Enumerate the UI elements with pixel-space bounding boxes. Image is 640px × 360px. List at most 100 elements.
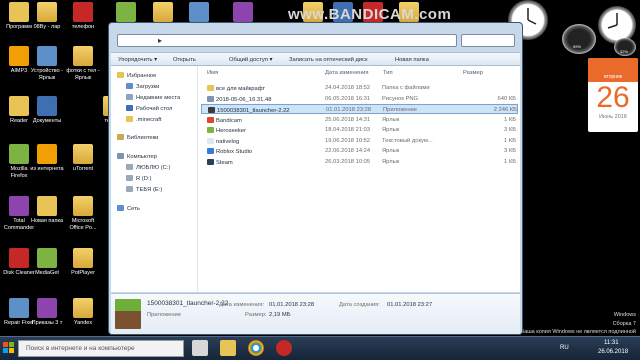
taskbar-date[interactable]: 26.06.2018	[598, 349, 628, 355]
share-button[interactable]: Общий доступ ▾	[229, 57, 272, 63]
details-modified-value: 01.01.2018 23:28	[269, 302, 315, 308]
desktop-icon-label: Программ	[6, 24, 32, 30]
file-row[interactable]: Bandicam 25.06.2018 14:31 Ярлык 1 КБ	[201, 115, 518, 125]
cpu-meter-gadget: 59%	[562, 24, 596, 54]
desktop-icon[interactable]: Новая папка	[30, 196, 64, 225]
desktop-icon[interactable]: Устройство - Ярлык	[30, 46, 64, 81]
desktop-icon[interactable]: uTorrent	[66, 144, 100, 173]
desktop-icon-label: Microsoft Office Po...	[69, 218, 97, 231]
file-date: 06.05.2018 16:31	[325, 95, 371, 102]
column-size[interactable]: Размер	[463, 70, 483, 76]
desktop-icon[interactable]: телефон	[66, 2, 100, 31]
burn-button[interactable]: Записать на оптический диск	[289, 57, 368, 63]
windows-logo-icon	[3, 342, 14, 353]
nav-drive-e[interactable]: ТЕБЯ (E:)	[126, 186, 162, 193]
text-icon	[207, 137, 214, 144]
new-folder-button[interactable]: Новая папка	[395, 57, 429, 63]
file-row[interactable]: Roblox Studio 22.06.2018 14:24 Ярлык 3 КБ	[201, 146, 518, 156]
file-name: nativelog	[207, 137, 240, 145]
nav-minecraft[interactable]: .minecraft	[126, 116, 161, 123]
bandicam-taskbar-icon[interactable]	[276, 340, 292, 356]
desktop-icon[interactable]: MediaGet	[30, 248, 64, 277]
calendar-month: Июнь 2018	[599, 114, 627, 120]
nav-network[interactable]: Сеть	[117, 205, 140, 212]
taskbar-search-input[interactable]: Поиск в интернете и на компьютере	[18, 340, 184, 357]
desktop-icon[interactable]: Приказы 3 т	[30, 298, 64, 327]
memory-meter-value: 32%	[620, 49, 629, 54]
language-indicator[interactable]: RU	[560, 345, 569, 351]
explorer-window[interactable]: ▸ Упорядочить ▾ Открыть Общий доступ ▾ З…	[108, 22, 523, 335]
nav-libraries[interactable]: Библиотеки	[117, 134, 158, 141]
file-size: 1 КБ	[503, 116, 516, 123]
file-row[interactable]: Heroseeker 18.04.2018 21:03 Ярлык 3 КБ	[201, 125, 518, 135]
nav-drive-d[interactable]: R (D:)	[126, 175, 151, 182]
app-icon	[37, 298, 57, 318]
desktop-icon-label: Mozilla Firefox	[10, 166, 28, 179]
explorer-taskbar-icon[interactable]	[220, 340, 236, 356]
file-row[interactable]: Steam 26.03.2018 10:05 Ярлык 1 КБ	[201, 157, 518, 167]
navigation-pane: Избранное Загрузки Недавние места Рабочи…	[111, 66, 198, 292]
chrome-taskbar-icon[interactable]	[248, 340, 264, 356]
organize-button[interactable]: Упорядочить ▾	[118, 57, 157, 63]
nav-favorites[interactable]: Избранное	[117, 72, 156, 79]
network-icon	[117, 205, 124, 211]
app-icon	[37, 2, 57, 22]
desktop-icon-label: uTorrent	[72, 166, 94, 172]
file-name-text: nativelog	[216, 138, 240, 145]
search-box[interactable]	[461, 34, 515, 47]
app-icon	[9, 298, 29, 318]
column-type[interactable]: Тип	[383, 70, 393, 76]
desktop-icon[interactable]: 08By - лар	[30, 2, 64, 31]
explorer-body: Избранное Загрузки Недавние места Рабочи…	[111, 66, 520, 292]
app-icon	[37, 46, 57, 66]
file-name: 1500038301_tlauncher-2.22	[208, 107, 290, 114]
column-date[interactable]: Дата изменения	[325, 70, 369, 76]
nav-desktop[interactable]: Рабочий стол	[126, 105, 172, 112]
taskbar-time[interactable]: 11:31	[604, 340, 619, 346]
app-icon	[37, 196, 57, 216]
bandicam-icon	[207, 116, 214, 123]
file-type: Ярлык	[382, 116, 400, 123]
file-row[interactable]: 1500038301_tlauncher-2.22 01.01.2018 23:2…	[201, 104, 518, 114]
desktop-icon-label: MediaGet	[35, 270, 59, 276]
desktop-icon[interactable]: PotPlayer	[66, 248, 100, 277]
nav-recent[interactable]: Недавние места	[126, 94, 180, 101]
task-view-icon[interactable]	[192, 340, 208, 356]
file-name-text: 2018-05-06_16.31.48	[216, 96, 272, 103]
file-date: 18.04.2018 21:03	[325, 127, 371, 133]
start-button[interactable]	[1, 338, 17, 358]
desktop-icon[interactable]: фотки с тел - Ярлык	[66, 46, 100, 81]
nav-drive-c[interactable]: ЛЮБЛЮ (C:)	[126, 164, 170, 171]
desktop-icon	[126, 105, 133, 111]
nav-computer[interactable]: Компьютер	[117, 153, 157, 160]
file-date: 24.04.2018 18:52	[325, 85, 371, 91]
open-button[interactable]: Открыть	[173, 57, 196, 63]
file-size: 1 КБ	[503, 137, 516, 144]
file-row[interactable]: nativelog 19.06.2018 10:52 Текстовый докум…	[201, 136, 518, 146]
nav-downloads[interactable]: Загрузки	[126, 83, 159, 90]
file-size: 3 КБ	[503, 148, 516, 154]
memory-meter-gadget: 32%	[614, 38, 636, 56]
file-date: 19.06.2018 10:52	[325, 137, 371, 144]
app-icon	[73, 196, 93, 216]
calendar-gadget: вторник 26 Июнь 2018	[588, 58, 638, 132]
details-modified-label: Дата изменения:	[219, 302, 265, 308]
app-icon	[73, 144, 93, 164]
file-date: 01.01.2018 23:28	[326, 107, 372, 113]
shortcut-icon	[207, 127, 214, 133]
desktop-icon[interactable]: Yandex	[66, 298, 100, 327]
address-bar[interactable]: ▸	[117, 34, 457, 47]
file-type: Приложение	[383, 107, 418, 113]
desktop-icon[interactable]: Microsoft Office Po...	[66, 196, 100, 231]
file-type: Текстовый докум...	[382, 137, 433, 144]
desktop-icon-label: Документы	[32, 118, 62, 124]
file-row[interactable]: 2018-05-06_16.31.48 06.05.2018 16:31 Рисун…	[201, 94, 518, 104]
app-icon	[37, 144, 57, 164]
address-chevron-icon[interactable]: ▸	[158, 36, 162, 45]
desktop-icon[interactable]: из интернета	[30, 144, 64, 173]
file-row[interactable]: все для майкрафт 24.04.2018 18:52 Папка с …	[201, 83, 518, 93]
desktop-icon[interactable]: Документы	[30, 96, 64, 125]
file-name: 2018-05-06_16.31.48	[207, 95, 272, 103]
file-size: 640 КБ	[497, 95, 516, 102]
column-name[interactable]: Имя	[207, 70, 218, 76]
